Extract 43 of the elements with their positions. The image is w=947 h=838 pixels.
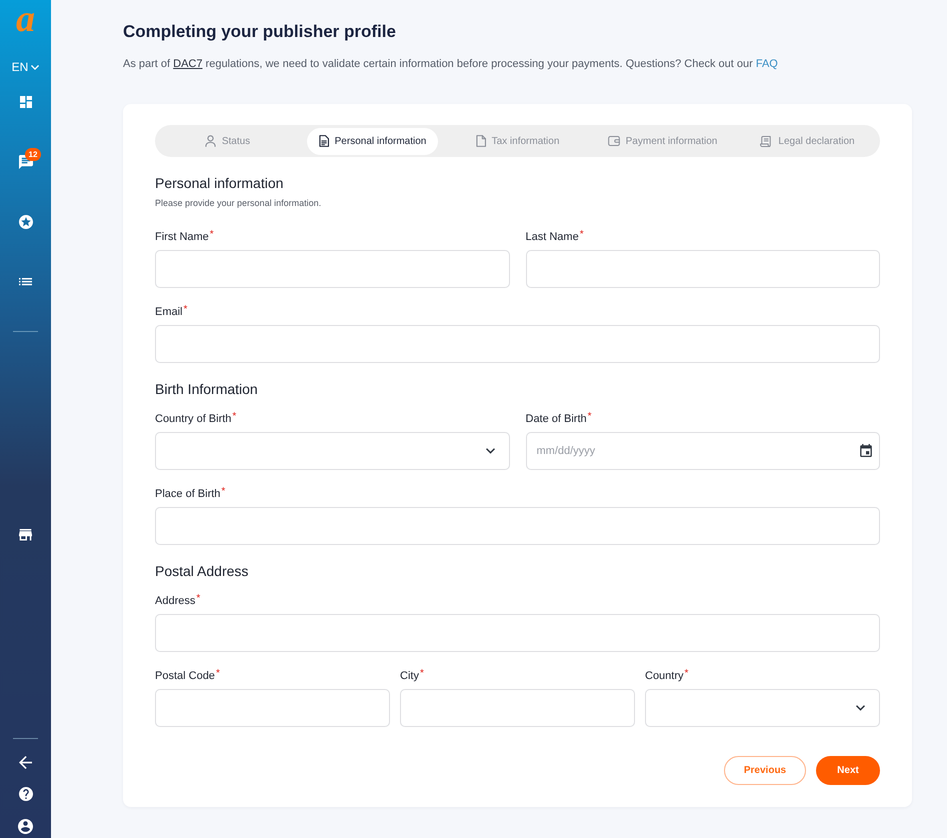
account-icon[interactable] [18,818,33,834]
section-description: Please provide your personal information. [155,197,322,210]
scroll-icon [760,136,772,146]
text-field[interactable] [155,325,880,363]
intro-text: As part of DAC7 regulations, we need to validate certain information before processing your payments. Questions? Check out our FAQ [123,57,779,72]
brand-logo: a [16,1,35,37]
person-icon [204,135,216,147]
text-field[interactable] [155,614,880,652]
chevron-down-icon [486,448,494,454]
text-field[interactable] [155,507,880,545]
next-button[interactable]: Next [816,756,880,785]
list-icon[interactable] [19,278,32,286]
wallet-icon [608,136,620,146]
calendar-icon[interactable] [860,444,872,457]
previous-button[interactable]: Previous [724,756,806,785]
file-icon [476,135,486,147]
date-field[interactable]: mm/dd/yyyy [526,432,880,470]
dac7-link[interactable]: DAC7 [173,58,202,70]
chevron-down-icon [856,705,865,711]
text-field[interactable] [400,689,635,727]
document-icon [318,135,329,147]
section-heading: Postal Address [155,562,250,580]
section-heading: Personal information [155,174,284,192]
help-icon[interactable] [18,787,32,801]
dropdown-field[interactable] [645,689,880,727]
language-selector[interactable]: EN [12,58,40,76]
dropdown-field[interactable] [155,432,510,470]
text-field[interactable] [526,250,880,288]
dashboard-icon[interactable] [20,96,32,108]
step-tab[interactable]: Status [192,128,262,154]
step-tab[interactable]: Legal declaration [748,128,867,154]
store-icon[interactable] [19,529,32,541]
faq-link[interactable]: FAQ [756,58,778,70]
step-tab[interactable]: Personal information [306,128,438,154]
page-title: Completing your publisher profile [123,22,397,42]
step-tab[interactable]: Payment information [596,128,730,154]
notification-badge: 12 [25,148,41,161]
section-heading: Birth Information [155,380,259,398]
arrow-left-icon[interactable] [19,756,32,768]
step-tab[interactable]: Tax information [464,128,572,154]
text-field[interactable] [155,689,390,727]
text-field[interactable] [155,250,510,288]
chevron-down-icon [31,64,40,70]
